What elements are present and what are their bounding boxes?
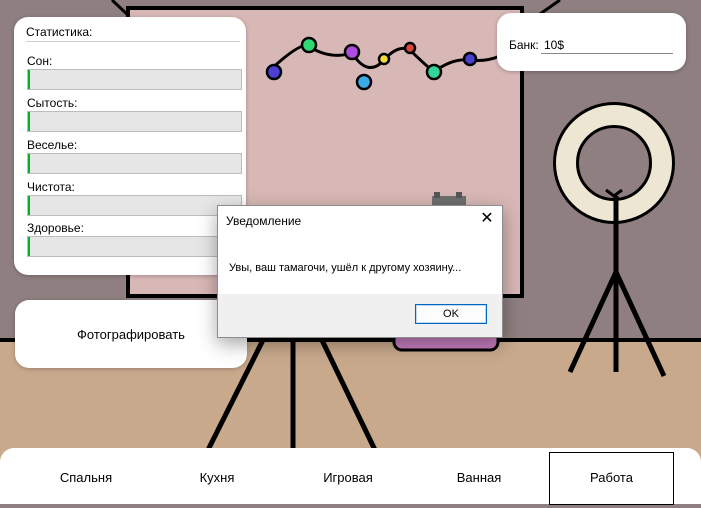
progress-fill <box>28 196 31 215</box>
stats-title: Статистика: <box>26 25 93 39</box>
stat-label-sleep: Сон: <box>27 54 53 68</box>
progress-fill <box>28 154 31 173</box>
progress-fill <box>28 237 31 256</box>
sleep-progress-bar <box>27 69 242 90</box>
progress-fill <box>28 112 31 131</box>
stats-divider <box>26 41 240 42</box>
dialog-title: Уведомление <box>226 214 302 228</box>
bank-panel: Банк: 10$ <box>497 13 686 71</box>
cleanliness-progress-bar <box>27 195 242 216</box>
fun-progress-bar <box>27 153 242 174</box>
stats-panel: Статистика: Сон: Сытость: Веселье: Чисто… <box>14 17 246 275</box>
nav-bathroom-button[interactable]: Ванная <box>398 448 560 504</box>
nav-work-button[interactable]: Работа <box>549 452 674 505</box>
health-progress-bar <box>27 236 242 257</box>
notification-dialog: Уведомление ✕ Увы, ваш тамагочи, ушёл к … <box>217 205 503 338</box>
progress-fill <box>28 70 31 89</box>
room-nav-bar: Спальня Кухня Игровая Ванная Работа <box>0 448 701 505</box>
take-photo-button[interactable]: Фотографировать <box>15 300 247 368</box>
stat-label-fun: Веселье: <box>27 138 78 152</box>
bank-label: Банк: <box>509 38 539 52</box>
stat-label-cleanliness: Чистота: <box>27 180 75 194</box>
bank-balance-field: 10$ <box>541 37 673 54</box>
close-icon[interactable]: ✕ <box>472 206 502 232</box>
satiety-progress-bar <box>27 111 242 132</box>
stat-label-satiety: Сытость: <box>27 96 78 110</box>
stat-label-health: Здоровье: <box>27 221 84 235</box>
dialog-footer: OK <box>218 294 502 337</box>
ok-button[interactable]: OK <box>415 304 487 324</box>
dialog-message: Увы, ваш тамагочи, ушёл к другому хозяин… <box>229 262 462 274</box>
